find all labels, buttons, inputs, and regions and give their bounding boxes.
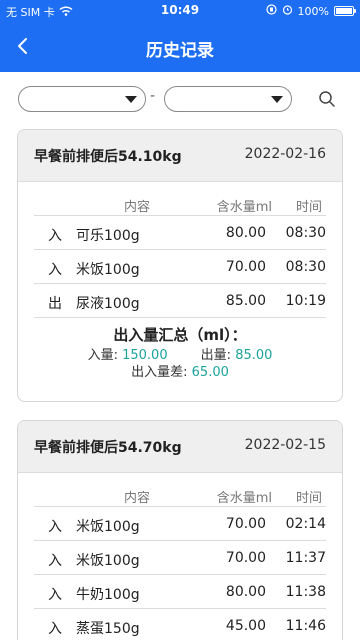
record-header: 早餐前排便后54.10kg 2022-02-16 bbox=[18, 130, 342, 182]
end-date-select[interactable] bbox=[164, 86, 292, 112]
battery-icon bbox=[334, 6, 356, 16]
record-date: 2022-02-16 bbox=[244, 146, 326, 162]
row-water: 80.00 bbox=[225, 225, 266, 241]
record-card[interactable]: 早餐前排便后54.10kg 2022-02-16 内容 含水量ml 时间 入 可… bbox=[17, 129, 343, 402]
header-water: 含水量ml bbox=[216, 200, 272, 215]
row-type: 入 bbox=[48, 228, 62, 244]
record-table: 内容 含水量ml 时间 入 米饭100g 70.00 02:14 入 米饭100… bbox=[34, 485, 326, 640]
row-type: 入 bbox=[48, 587, 62, 603]
row-time: 10:19 bbox=[285, 293, 326, 309]
record-date: 2022-02-15 bbox=[244, 437, 326, 453]
row-type: 入 bbox=[48, 553, 62, 569]
row-time: 11:46 bbox=[285, 618, 326, 634]
record-title: 早餐前排便后54.70kg bbox=[34, 440, 182, 456]
alarm-icon bbox=[282, 4, 293, 18]
row-name: 米饭100g bbox=[76, 262, 140, 278]
record-table: 内容 含水量ml 时间 入 可乐100g 80.00 08:30 入 米饭100… bbox=[34, 194, 326, 318]
date-filter: - bbox=[0, 82, 360, 118]
dropdown-arrow-icon bbox=[125, 96, 137, 103]
row-type: 入 bbox=[48, 519, 62, 535]
row-name: 可乐100g bbox=[76, 228, 140, 244]
start-date-select[interactable] bbox=[18, 86, 146, 112]
diff-label: 出入量差: bbox=[131, 365, 188, 380]
record-title: 早餐前排便后54.10kg bbox=[34, 149, 182, 165]
row-name: 尿液100g bbox=[76, 296, 140, 312]
table-header: 内容 含水量ml 时间 bbox=[34, 194, 326, 216]
row-type: 入 bbox=[48, 262, 62, 278]
in-label: 入量: bbox=[87, 348, 118, 363]
header-time: 时间 bbox=[295, 491, 322, 506]
header-water: 含水量ml bbox=[216, 491, 272, 506]
summary-in-out: 入量: 150.00 出量: 85.00 bbox=[18, 347, 342, 364]
out-label: 出量: bbox=[200, 348, 232, 363]
row-time: 11:38 bbox=[285, 584, 326, 600]
row-time: 08:30 bbox=[285, 225, 326, 241]
row-time: 08:30 bbox=[285, 259, 326, 275]
orientation-lock-icon bbox=[265, 4, 277, 18]
status-bar: 无 SIM 卡 10:49 100% bbox=[0, 0, 360, 22]
row-water: 70.00 bbox=[225, 516, 266, 532]
record-card[interactable]: 早餐前排便后54.70kg 2022-02-15 内容 含水量ml 时间 入 米… bbox=[17, 420, 343, 640]
diff-value: 65.00 bbox=[191, 365, 229, 380]
header-content: 内容 bbox=[124, 491, 151, 506]
header-time: 时间 bbox=[295, 200, 322, 215]
range-separator: - bbox=[150, 88, 156, 104]
page-title: 历史记录 bbox=[146, 41, 214, 61]
row-time: 02:14 bbox=[285, 516, 326, 532]
table-row: 入 可乐100g 80.00 08:30 bbox=[34, 216, 326, 250]
search-button[interactable] bbox=[318, 90, 336, 108]
dropdown-arrow-icon bbox=[271, 96, 283, 103]
row-water: 70.00 bbox=[225, 550, 266, 566]
row-type: 出 bbox=[48, 296, 62, 312]
record-header: 早餐前排便后54.70kg 2022-02-15 bbox=[18, 421, 342, 473]
row-water: 70.00 bbox=[225, 259, 266, 275]
row-type: 入 bbox=[48, 621, 62, 637]
table-row: 入 蒸蛋150g 45.00 11:46 bbox=[34, 609, 326, 640]
table-header: 内容 含水量ml 时间 bbox=[34, 485, 326, 507]
table-row: 入 米饭100g 70.00 02:14 bbox=[34, 507, 326, 541]
summary-title: 出入量汇总（ml）： bbox=[113, 326, 247, 344]
table-row: 出 尿液100g 85.00 10:19 bbox=[34, 284, 326, 318]
nav-bar: 历史记录 bbox=[0, 22, 360, 72]
row-name: 牛奶100g bbox=[76, 587, 140, 603]
row-water: 45.00 bbox=[225, 618, 266, 634]
row-name: 米饭100g bbox=[76, 553, 140, 569]
row-name: 米饭100g bbox=[76, 519, 140, 535]
in-value: 150.00 bbox=[122, 348, 168, 363]
table-row: 入 米饭100g 70.00 11:37 bbox=[34, 541, 326, 575]
summary-diff: 出入量差: 65.00 bbox=[18, 364, 342, 381]
row-time: 11:37 bbox=[285, 550, 326, 566]
battery-percent: 100% bbox=[297, 4, 329, 18]
header-content: 内容 bbox=[124, 200, 151, 215]
table-row: 入 牛奶100g 80.00 11:38 bbox=[34, 575, 326, 609]
summary-section: 出入量汇总（ml）： 入量: 150.00 出量: 85.00 出入量差: 65… bbox=[18, 318, 342, 381]
search-icon bbox=[319, 91, 335, 107]
battery-fill bbox=[336, 8, 352, 14]
row-water: 85.00 bbox=[225, 293, 266, 309]
out-value: 85.00 bbox=[235, 348, 273, 363]
row-name: 蒸蛋150g bbox=[76, 621, 140, 637]
table-row: 入 米饭100g 70.00 08:30 bbox=[34, 250, 326, 284]
row-water: 80.00 bbox=[225, 584, 266, 600]
